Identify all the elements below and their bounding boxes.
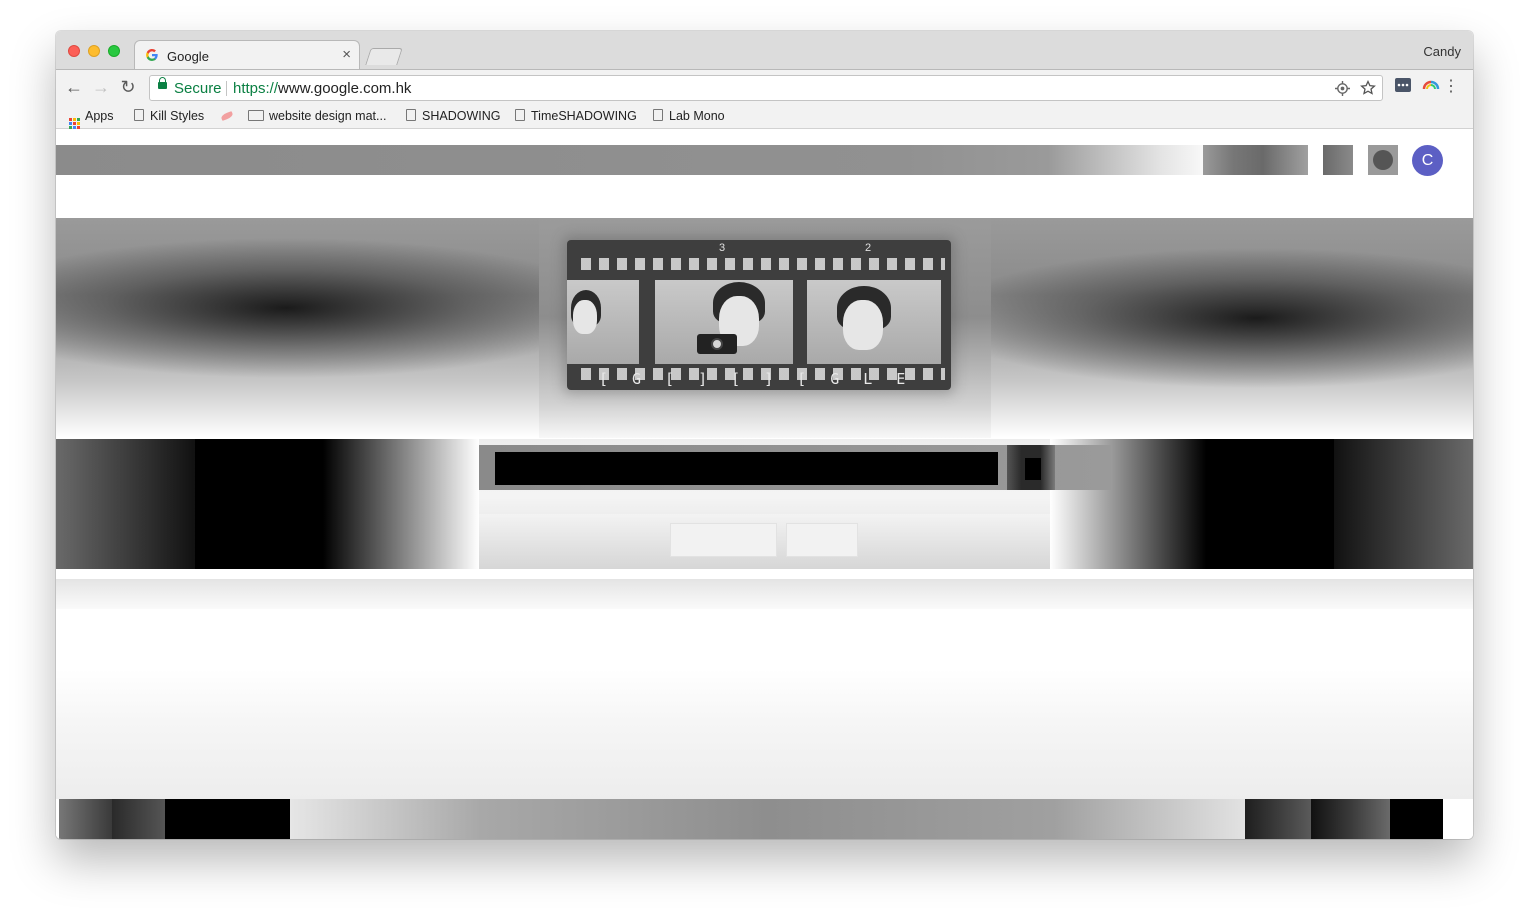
- google-doodle[interactable]: 3 2 [G[][][GLE: [539, 218, 991, 438]
- search-band-left-fade: [195, 439, 479, 569]
- camera-icon: [697, 334, 737, 354]
- bookmark-kill-styles[interactable]: Kill Styles: [134, 109, 204, 123]
- doodle-frame-center: [655, 280, 793, 364]
- apps-grid-icon: [69, 118, 80, 129]
- bookmark-lab-mono[interactable]: Lab Mono: [653, 109, 725, 123]
- bookmarks-bar: Apps Kill Styles website design mat... S…: [56, 105, 1473, 129]
- lock-icon: [158, 77, 167, 89]
- google-favicon-icon: [146, 49, 158, 61]
- doodle-frame-right: [807, 280, 941, 364]
- footer-bar: [56, 799, 1473, 839]
- footer-link-block[interactable]: [112, 799, 165, 839]
- bookmark-timeshadowing[interactable]: TimeSHADOWING: [515, 109, 637, 123]
- page-icon: [134, 109, 144, 121]
- profile-name[interactable]: Candy: [1423, 44, 1461, 59]
- footer-link-block[interactable]: [1245, 799, 1311, 839]
- new-tab-button[interactable]: [365, 48, 403, 65]
- bookmark-label: website design mat...: [269, 109, 387, 123]
- footer-link-block[interactable]: [1390, 799, 1443, 839]
- doodle-letters: [G[][][GLE: [599, 370, 930, 388]
- security-label: Secure: [174, 80, 222, 97]
- bookmark-label: Apps: [85, 109, 114, 123]
- feather-bookmark-icon[interactable]: [220, 111, 234, 121]
- address-divider: [226, 81, 227, 96]
- film-frame-number: 2: [865, 242, 872, 254]
- doodle-filmstrip: 3 2: [567, 240, 951, 390]
- notifications-icon[interactable]: [1368, 145, 1398, 175]
- google-search-button[interactable]: [670, 523, 777, 557]
- feeling-lucky-button[interactable]: [786, 523, 858, 557]
- bookmark-star-icon[interactable]: [1360, 80, 1376, 96]
- page-icon: [515, 109, 525, 121]
- bookmark-website-design-folder[interactable]: website design mat...: [248, 109, 386, 123]
- portrait-face: [573, 300, 597, 334]
- film-frame-number: 3: [719, 242, 726, 254]
- url-scheme: https://: [233, 80, 279, 97]
- page-lower-area: [56, 669, 1473, 799]
- footer-link-block[interactable]: [59, 799, 112, 839]
- google-apps-icon[interactable]: [1323, 145, 1353, 175]
- film-perforations-top: [573, 258, 945, 270]
- tab-close-icon[interactable]: ×: [342, 46, 351, 63]
- folder-icon: [248, 110, 264, 121]
- url-host: www.google.com.hk: [278, 80, 412, 97]
- address-bar[interactable]: Secure https://www.google.com.hk: [149, 75, 1383, 101]
- search-band-left: [56, 439, 195, 569]
- search-box: [479, 445, 1111, 490]
- footer-link-block[interactable]: [1311, 799, 1390, 839]
- bookmark-label: Kill Styles: [150, 109, 205, 123]
- browser-toolbar: ← → ↻ Secure https://www.google.com.hk ⋮: [56, 69, 1473, 105]
- location-target-icon[interactable]: [1335, 81, 1350, 96]
- browser-menu-icon[interactable]: ⋮: [1443, 76, 1459, 98]
- footer-link-block[interactable]: [165, 799, 290, 839]
- window-minimize-button[interactable]: [88, 45, 100, 57]
- page-icon: [406, 109, 416, 121]
- bookmark-label: TimeSHADOWING: [531, 109, 637, 123]
- browser-window: Google × Candy ← → ↻ Secure https://www.…: [56, 31, 1473, 839]
- search-band-right: [1334, 439, 1473, 569]
- back-arrow-icon[interactable]: ←: [62, 75, 86, 99]
- google-homepage: C 3 2 [G[][][GLE: [56, 129, 1473, 839]
- header-links-group[interactable]: [1233, 145, 1308, 175]
- avatar[interactable]: C: [1412, 145, 1443, 176]
- reload-icon[interactable]: ↻: [116, 75, 140, 99]
- microphone-icon[interactable]: [1007, 445, 1055, 490]
- search-input[interactable]: [495, 452, 998, 485]
- bookmark-shadowing[interactable]: SHADOWING: [406, 109, 500, 123]
- bookmark-label: SHADOWING: [422, 109, 501, 123]
- tab-title: Google: [167, 49, 209, 64]
- extension-dots-icon[interactable]: [1395, 78, 1411, 92]
- doodle-frame-left: [567, 280, 639, 364]
- language-strip: [56, 579, 1473, 609]
- page-icon: [653, 109, 663, 121]
- rainbow-extension-icon[interactable]: [1422, 78, 1440, 92]
- bookmark-apps[interactable]: Apps: [69, 109, 114, 129]
- tab-google[interactable]: Google ×: [134, 40, 360, 70]
- window-close-button[interactable]: [68, 45, 80, 57]
- window-maximize-button[interactable]: [108, 45, 120, 57]
- forward-arrow-icon[interactable]: →: [89, 75, 113, 99]
- url-text[interactable]: https://www.google.com.hk: [233, 80, 411, 97]
- footer-middle: [290, 799, 1245, 839]
- bookmark-label: Lab Mono: [669, 109, 725, 123]
- tab-strip: Google × Candy: [56, 31, 1473, 70]
- portrait-face: [843, 300, 883, 350]
- header-link-block[interactable]: [1203, 145, 1233, 175]
